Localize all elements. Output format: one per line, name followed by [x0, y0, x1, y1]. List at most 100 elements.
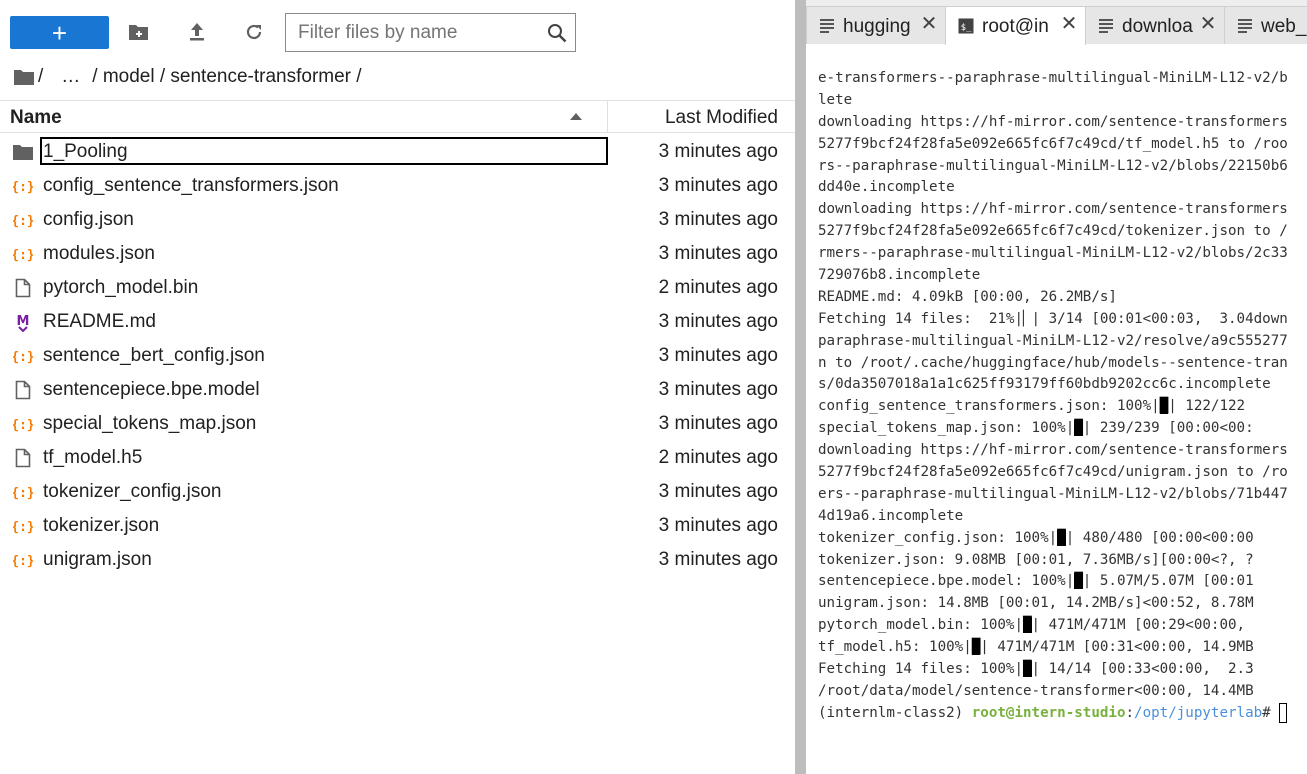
dock-tab[interactable]: downloa ✕ [1085, 6, 1225, 44]
terminal-line: lete [818, 90, 1307, 112]
file-row[interactable]: sentencepiece.bpe.model 3 minutes ago [0, 373, 795, 407]
terminal-text: | 471M/471M [00:29<00:00, [1031, 617, 1246, 634]
file-name: tokenizer_config.json [43, 481, 222, 502]
file-icon [13, 380, 33, 400]
terminal-line: dd40e.incomplete [818, 177, 1307, 199]
file-row[interactable]: {:} config.json 3 minutes ago [0, 203, 795, 237]
tab-label: web_d [1261, 16, 1307, 37]
terminal-text: 729076b8.incomplete [818, 267, 981, 284]
upload-icon[interactable] [185, 20, 209, 44]
terminal-text: | 471M/471M [00:31<00:00, 14.9MB [980, 639, 1254, 656]
terminal-text: : [1125, 704, 1135, 721]
file-row[interactable]: {:} unigram.json 3 minutes ago [0, 543, 795, 577]
dock-tab[interactable]: web_d [1224, 6, 1307, 44]
terminal-line: Fetching 14 files: 21%|▏| 3/14 [00:01<00… [818, 309, 1307, 331]
file-row[interactable]: pytorch_model.bin 2 minutes ago [0, 271, 795, 305]
terminal-text: paraphrase-multilingual-MiniLM-L12-v2/re… [818, 332, 1288, 349]
terminal-text: | 480/480 [00:00<00:00 [1065, 529, 1254, 546]
svg-text:M: M [17, 314, 30, 329]
progress-bar-block: █ [1023, 661, 1032, 678]
terminal-text: | 14/14 [00:33<00:00, 2.3 [1031, 661, 1254, 678]
column-divider[interactable] [607, 101, 608, 133]
terminal-line: config_sentence_transformers.json: 100%|… [818, 396, 1307, 418]
terminal-text: | 5.07M/5.07M [00:01 [1082, 573, 1254, 590]
search-icon[interactable] [547, 23, 567, 43]
panel-splitter[interactable] [795, 0, 806, 774]
file-name: modules.json [43, 243, 155, 264]
new-folder-icon[interactable] [127, 20, 151, 44]
svg-text:{:}: {:} [13, 520, 33, 535]
column-header-name[interactable]: Name [10, 107, 62, 129]
file-row[interactable]: {:} special_tokens_map.json 3 minutes ago [0, 407, 795, 441]
json-file-icon: {:} [13, 482, 33, 502]
svg-text:{:}: {:} [13, 248, 33, 263]
json-file-icon: {:} [13, 414, 33, 434]
terminal-line: e-transformers--paraphrase-multilingual-… [818, 68, 1307, 90]
terminal-text: unigram.json: 14.8MB [00:01, 14.2MB/s]<0… [818, 595, 1254, 612]
terminal-line: special_tokens_map.json: 100%|█| 239/239… [818, 418, 1307, 440]
terminal-text: rs--paraphrase-multilingual-MiniLM-L12-v… [818, 157, 1288, 174]
column-header-last-modified[interactable]: Last Modified [665, 107, 778, 129]
progress-bar-block: █ [1074, 573, 1083, 590]
file-row[interactable]: {:} tokenizer.json 3 minutes ago [0, 509, 795, 543]
file-row[interactable]: M README.md 3 minutes ago [0, 305, 795, 339]
terminal-text: lete [818, 91, 853, 108]
progress-bar-block: █ [1057, 529, 1066, 546]
refresh-icon[interactable] [242, 20, 266, 44]
json-file-icon: {:} [13, 210, 33, 230]
terminal-text: 4d19a6.incomplete [818, 507, 964, 524]
dock-tab[interactable]: $_ root@in ✕ [945, 6, 1086, 45]
terminal-line: 5277f9bcf24f28fa5e092e665fc6f7c49cd/unig… [818, 462, 1307, 484]
file-modified: 3 minutes ago [658, 345, 778, 366]
file-name: sentencepiece.bpe.model [43, 379, 260, 400]
file-modified: 3 minutes ago [658, 141, 778, 162]
terminal-icon: $_ [958, 18, 974, 34]
close-icon[interactable]: ✕ [1059, 14, 1079, 34]
terminal-text: README.md: 4.09kB [00:00, 26.2MB/s] [818, 288, 1117, 305]
breadcrumb-root[interactable]: / [38, 66, 43, 88]
terminal-line: 5277f9bcf24f28fa5e092e665fc6f7c49cd/tf_m… [818, 134, 1307, 156]
terminal-output[interactable]: e-transformers--paraphrase-multilingual-… [818, 68, 1307, 725]
terminal-text: /opt/jupyterlab [1134, 704, 1263, 721]
terminal-line: tf_model.h5: 100%|█| 471M/471M [00:31<00… [818, 637, 1307, 659]
file-modified: 2 minutes ago [658, 277, 778, 298]
filter-files-input[interactable] [286, 14, 548, 51]
terminal-line: rmers--paraphrase-multilingual-MiniLM-L1… [818, 243, 1307, 265]
terminal-text: | 122/122 [1168, 398, 1246, 415]
document-icon [819, 18, 835, 34]
svg-text:{:}: {:} [13, 418, 33, 433]
close-icon[interactable]: ✕ [1198, 14, 1218, 34]
close-icon[interactable]: ✕ [919, 14, 939, 34]
file-row[interactable]: {:} tokenizer_config.json 3 minutes ago [0, 475, 795, 509]
file-modified: 3 minutes ago [658, 379, 778, 400]
progress-bar-block: █ [971, 639, 981, 656]
file-row[interactable]: {:} modules.json 3 minutes ago [0, 237, 795, 271]
file-row[interactable]: {:} config_sentence_transformers.json 3 mi… [0, 169, 795, 203]
terminal-text: pytorch_model.bin: 100%| [818, 617, 1023, 634]
terminal-text: special_tokens_map.json: 100%| [818, 420, 1075, 437]
svg-text:{:}: {:} [13, 350, 33, 365]
dock-tab[interactable]: hugging ✕ [806, 6, 946, 44]
progress-bar-block: █ [1159, 398, 1169, 415]
terminal-line: downloading https://hf-mirror.com/senten… [818, 440, 1307, 462]
file-row[interactable]: {:} sentence_bert_config.json 3 minutes ag… [0, 339, 795, 373]
terminal-text: tf_model.h5: 100%| [818, 639, 972, 656]
terminal-line: (internlm-class2) root@intern-studio:/op… [818, 702, 1307, 725]
new-launcher-button[interactable]: + [10, 16, 109, 49]
tab-label: downloa [1122, 16, 1193, 37]
terminal-line: Fetching 14 files: 100%|█| 14/14 [00:33<… [818, 659, 1307, 681]
file-row[interactable]: 1_Pooling 3 minutes ago [0, 135, 795, 169]
breadcrumb-path[interactable]: / model / sentence-transformer / [92, 66, 361, 88]
terminal-line: paraphrase-multilingual-MiniLM-L12-v2/re… [818, 331, 1307, 353]
file-modified: 3 minutes ago [658, 515, 778, 536]
file-browser-toolbar: + [0, 0, 795, 62]
json-file-icon: {:} [13, 550, 33, 570]
terminal-text: dd40e.incomplete [818, 179, 955, 196]
document-icon [1098, 18, 1114, 34]
breadcrumb-ellipsis[interactable]: … [61, 66, 80, 88]
home-folder-icon[interactable] [14, 69, 34, 85]
file-row[interactable]: tf_model.h5 2 minutes ago [0, 441, 795, 475]
folder-icon [13, 142, 33, 162]
dock-tab-bar: hugging✕$_root@in✕downloa✕web_d [806, 0, 1307, 45]
json-file-icon: {:} [13, 244, 33, 264]
